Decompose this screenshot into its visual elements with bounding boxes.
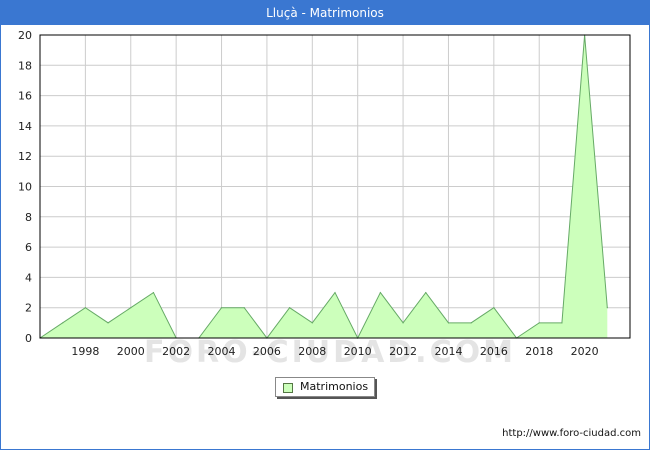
- data-point-2001: [152, 291, 155, 294]
- data-point-2005: [243, 307, 245, 309]
- y-tick-label-2: 2: [25, 302, 32, 315]
- y-tick-label-8: 8: [25, 211, 32, 224]
- data-point-2015: [470, 322, 472, 324]
- x-tick-label-2002: 2002: [162, 345, 190, 358]
- x-tick-label-2010: 2010: [344, 345, 372, 358]
- x-tick-label-2006: 2006: [253, 345, 281, 358]
- y-tick-label-10: 10: [18, 181, 32, 194]
- y-tick-label-4: 4: [25, 271, 32, 284]
- data-point-2021: [606, 307, 608, 309]
- data-point-2019: [561, 322, 563, 324]
- x-tick-label-2018: 2018: [525, 345, 553, 358]
- data-point-2016: [493, 307, 495, 309]
- x-tick-label-1998: 1998: [71, 345, 99, 358]
- x-tick-label-2016: 2016: [480, 345, 508, 358]
- data-point-2014: [447, 322, 450, 324]
- x-tick-label-2020: 2020: [571, 345, 599, 358]
- data-point-2012: [402, 322, 404, 324]
- x-tick-label-2012: 2012: [389, 345, 417, 358]
- y-tick-label-0: 0: [25, 332, 32, 345]
- data-point-2018: [538, 322, 540, 324]
- data-point-2011: [379, 291, 381, 294]
- y-tick-label-6: 6: [25, 241, 32, 254]
- y-tick-label-16: 16: [18, 90, 32, 103]
- x-tick-label-2004: 2004: [208, 345, 236, 358]
- data-point-1999: [107, 322, 109, 324]
- y-tick-label-12: 12: [18, 150, 32, 163]
- legend-swatch: [283, 383, 293, 393]
- data-point-1997: [62, 322, 64, 324]
- data-point-2004: [220, 307, 223, 309]
- x-tick-label-2008: 2008: [298, 345, 326, 358]
- data-point-2007: [289, 307, 291, 309]
- y-tick-label-14: 14: [18, 120, 32, 133]
- legend-label-matrimonios: Matrimonios: [300, 380, 369, 393]
- legend: Matrimonios: [275, 377, 375, 397]
- y-axis-ticks: 0 2 4 6 8 10 12 14 16 18 20: [18, 29, 32, 345]
- data-point-2008: [311, 322, 313, 324]
- data-point-2009: [334, 291, 336, 294]
- y-tick-label-18: 18: [18, 59, 32, 72]
- y-tick-label-20: 20: [18, 29, 32, 42]
- footer-url[interactable]: http://www.foro-ciudad.com: [502, 428, 641, 439]
- data-point-1998: [84, 307, 86, 309]
- x-tick-label-2014: 2014: [434, 345, 462, 358]
- data-point-2000: [130, 307, 132, 309]
- x-tick-label-2000: 2000: [117, 345, 145, 358]
- data-point-2013: [425, 291, 427, 294]
